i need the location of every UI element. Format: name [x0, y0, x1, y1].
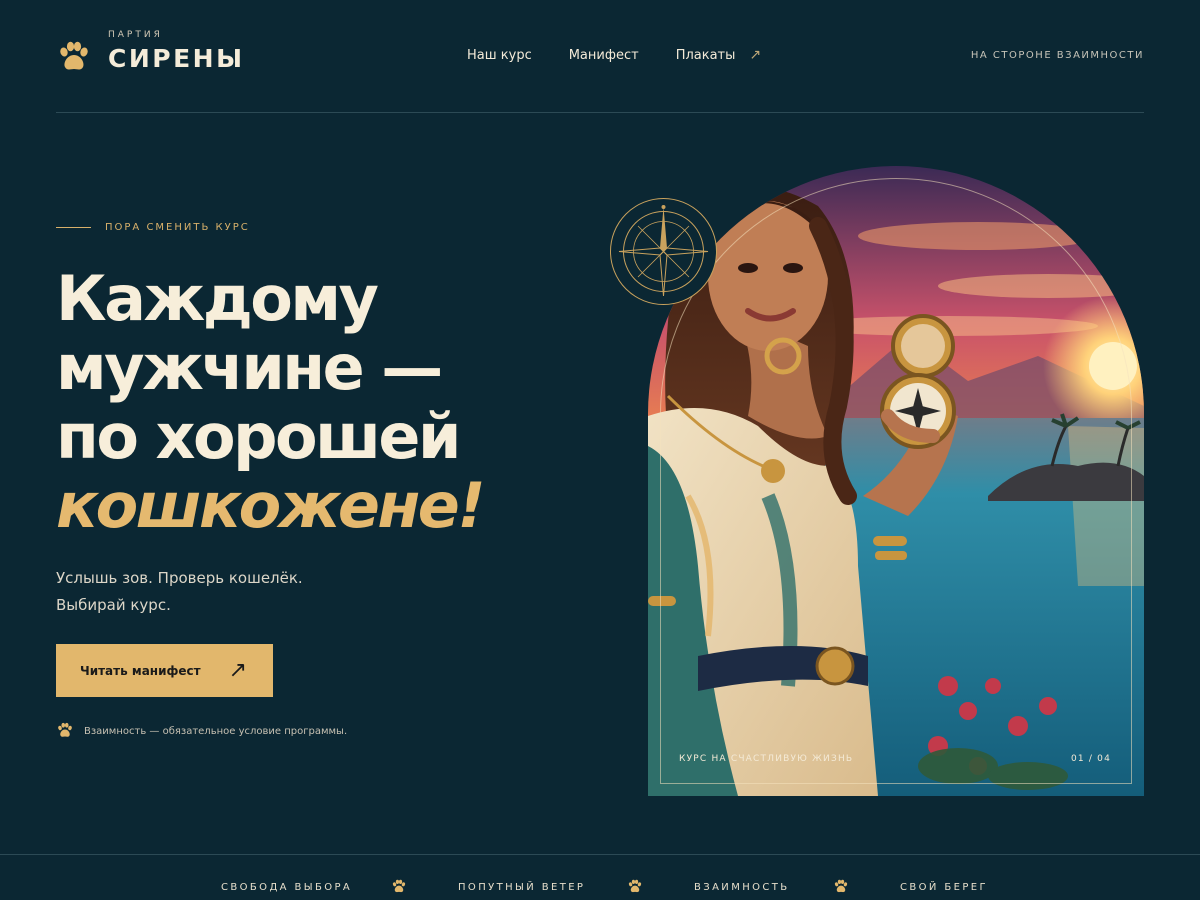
nav-link-label: Манифест [568, 47, 639, 63]
image-pager: 01 / 04 [1070, 754, 1111, 764]
strip-item: СВОЙ БЕРЕГ [900, 882, 988, 893]
arch-frame [660, 178, 1132, 784]
strip-item: ПОПУТНЫЙ ВЕТЕР [458, 882, 586, 893]
strip-item: ВЗАИМНОСТЬ [694, 882, 790, 893]
image-caption: КУРС НА СЧАСТЛИВУЮ ЖИЗНЬ [679, 754, 854, 764]
subtitle-line: Выбирай курс. [56, 596, 171, 614]
paw-icon [58, 722, 72, 737]
headline-accent: кошкожене! [56, 469, 486, 542]
hero-headline: Каждому мужчине — по хорошей кошкожене! [56, 264, 576, 540]
paw-icon [60, 41, 88, 70]
paw-icon [392, 879, 406, 893]
hero-subtitle: Услышь зов. Проверь кошелёк. Выбирай кур… [56, 565, 303, 619]
nav-link-posters[interactable]: Плакаты ↗ [676, 47, 761, 63]
eyebrow-text: ПОРА СМЕНИТЬ КУРС [105, 222, 250, 233]
paw-icon [834, 879, 848, 893]
nav-link-manifest[interactable]: Манифест [569, 47, 639, 63]
header-tagline: НА СТОРОНЕ ВЗАИМНОСТИ [970, 50, 1144, 61]
strip-item: СВОБОДА ВЫБОРА [221, 882, 353, 893]
logo-title: СИРЕНЫ [108, 44, 245, 73]
logo[interactable]: ПАРТИЯ СИРЕНЫ [56, 30, 245, 76]
nav-link-course[interactable]: Наш курс [467, 47, 532, 63]
hero-note: Взаимность — обязательное условие програ… [56, 722, 347, 740]
headline-line: Каждому [56, 262, 379, 335]
arrow-up-right-icon: ↗ [749, 47, 762, 63]
eyebrow-divider [56, 227, 91, 228]
values-strip: СВОБОДА ВЫБОРА ПОПУТНЫЙ ВЕТЕР ВЗАИМНОСТЬ… [0, 854, 1200, 900]
note-text: Взаимность — обязательное условие програ… [84, 725, 348, 737]
main-nav: Наш курс Манифест Плакаты ↗ [467, 47, 798, 63]
logo-subtitle: ПАРТИЯ [108, 30, 163, 40]
arrow-up-right-icon: ↗ [228, 658, 247, 683]
paw-icon [628, 879, 642, 893]
subtitle-line: Услышь зов. Проверь кошелёк. [56, 569, 303, 587]
read-manifest-button[interactable]: Читать манифест ↗ [56, 644, 273, 697]
hero-image: КУРС НА СЧАСТЛИВУЮ ЖИЗНЬ 01 / 04 [648, 166, 1144, 796]
nav-link-label: Плакаты [675, 47, 736, 63]
hero-eyebrow: ПОРА СМЕНИТЬ КУРС [56, 222, 250, 233]
headline-line: по хорошей [56, 400, 461, 473]
headline-line: мужчине — [56, 331, 443, 404]
compass-icon [618, 205, 709, 297]
compass-badge [610, 198, 717, 305]
nav-link-label: Наш курс [467, 47, 532, 63]
cta-label: Читать манифест [80, 663, 201, 678]
site-header: ПАРТИЯ СИРЕНЫ Наш курс Манифест Плакаты ↗… [56, 0, 1144, 113]
